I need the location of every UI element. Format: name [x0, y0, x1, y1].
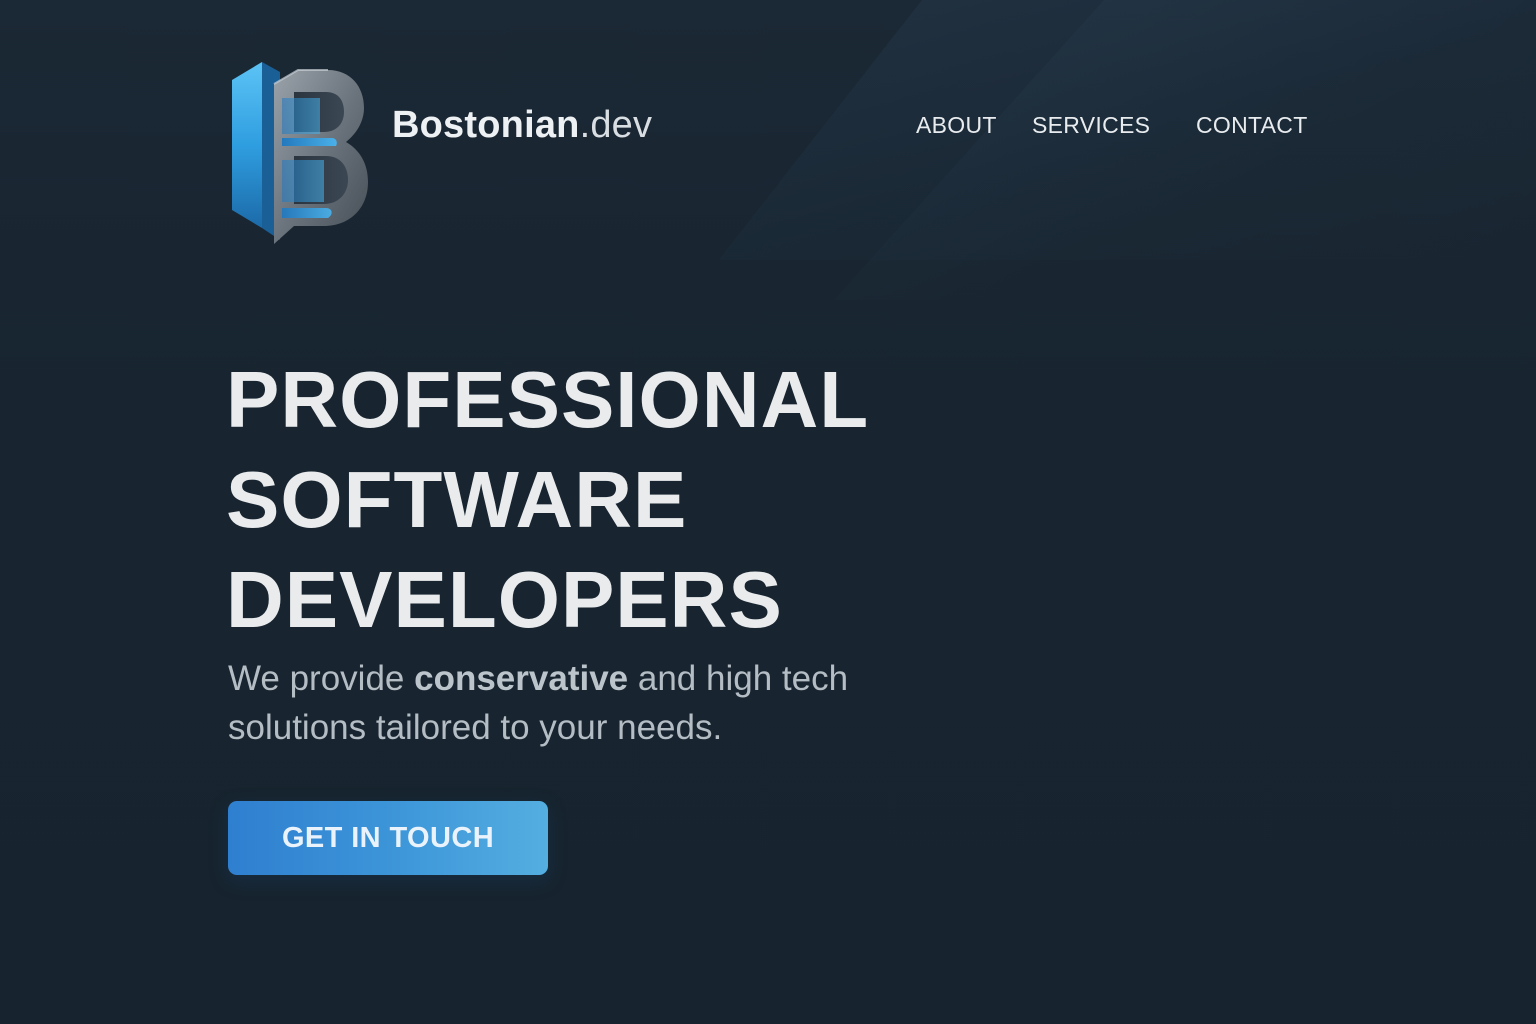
- b-monogram-logo-icon: [232, 62, 368, 244]
- hero-title: PROFESSIONAL SOFTWARE DEVELOPERS: [226, 350, 869, 650]
- hero-subtitle: We provide conservative and high tech so…: [228, 654, 948, 752]
- hero-title-line: SOFTWARE: [226, 455, 688, 544]
- hero-title-line: PROFESSIONAL: [226, 355, 870, 444]
- nav-link-about[interactable]: ABOUT: [916, 112, 997, 139]
- brand-wordmark[interactable]: Bostonian.dev: [392, 104, 652, 147]
- hero-subtitle-pre: We provide: [228, 659, 415, 698]
- background-light-shard-secondary: [833, 0, 1536, 300]
- get-in-touch-button[interactable]: GET IN TOUCH: [228, 801, 548, 875]
- brand-tld: .dev: [579, 104, 653, 146]
- brand-name: Bostonian: [392, 104, 580, 146]
- nav-link-contact[interactable]: CONTACT: [1196, 112, 1308, 139]
- hero-subtitle-emphasis: conservative: [414, 659, 629, 698]
- hero-title-line: DEVELOPERS: [226, 555, 783, 644]
- nav-link-services[interactable]: SERVICES: [1032, 112, 1150, 139]
- landing-page: Bostonian.dev ABOUT SERVICES CONTACT PRO…: [0, 0, 1536, 1024]
